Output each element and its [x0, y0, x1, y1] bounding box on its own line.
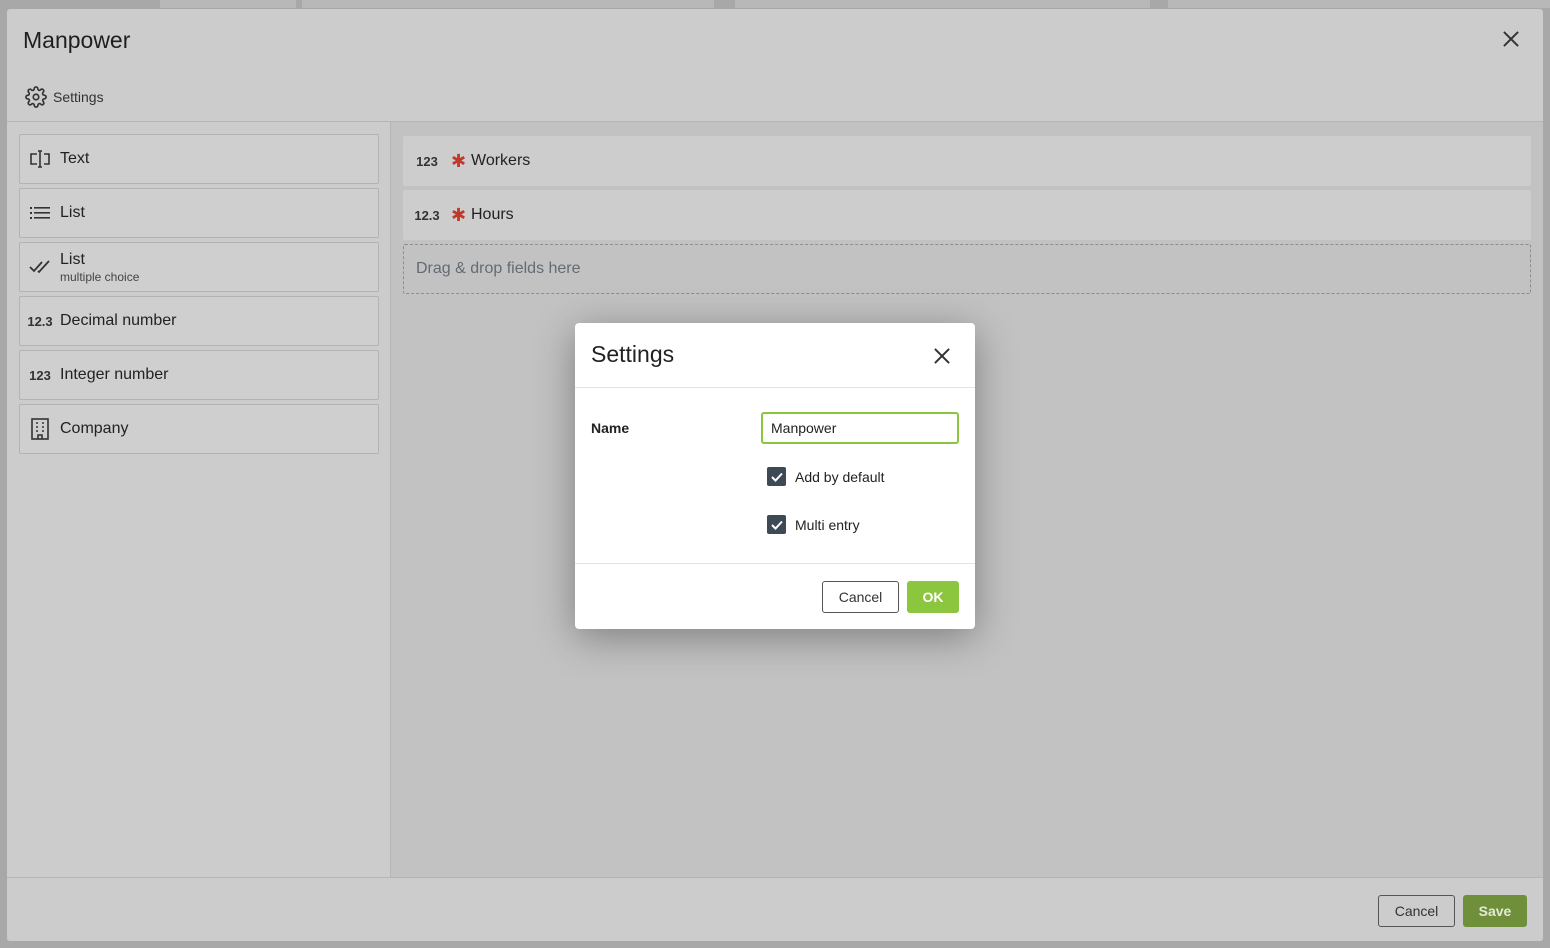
background-strip — [160, 0, 296, 8]
integer-number-icon: 123 — [29, 367, 51, 383]
form-field-label: Workers — [471, 152, 531, 169]
field-palette: Text List List multiple choice 12.3 Deci… — [7, 122, 391, 877]
dialog-body: Name Add by default Multi entry — [575, 388, 975, 564]
save-button[interactable]: Save — [1463, 895, 1527, 927]
palette-item-label: Decimal number — [60, 312, 177, 329]
background-strip — [302, 0, 714, 8]
required-asterisk-icon: ✱ — [451, 204, 467, 225]
double-check-icon — [29, 260, 50, 274]
modal-title: Manpower — [23, 27, 131, 53]
add-by-default-checkbox[interactable]: Add by default — [767, 467, 885, 486]
checkbox-box[interactable] — [767, 467, 786, 486]
palette-item-list[interactable]: List — [19, 188, 379, 238]
multi-entry-label: Multi entry — [795, 516, 860, 533]
background-strip — [1168, 0, 1550, 8]
list-icon — [30, 207, 50, 219]
palette-item-label: List — [60, 250, 85, 268]
required-asterisk-icon: ✱ — [451, 150, 467, 171]
modal-header: Manpower — [7, 9, 1543, 73]
modal-footer: Cancel Save — [7, 877, 1543, 941]
palette-item-label: Company — [60, 420, 129, 437]
dialog-header: Settings — [575, 323, 975, 388]
drop-zone[interactable]: Drag & drop fields here — [403, 244, 1531, 294]
modal-tabs: Settings — [7, 73, 1543, 122]
gear-icon — [25, 86, 47, 108]
form-field-hours[interactable]: 12.3 ✱ Hours — [403, 190, 1531, 240]
add-by-default-label: Add by default — [795, 468, 885, 485]
settings-dialog: Settings Name Add by default Multi entry… — [575, 323, 975, 629]
name-input[interactable] — [761, 412, 959, 444]
decimal-number-icon: 12.3 — [414, 207, 440, 223]
dialog-title: Settings — [591, 341, 675, 367]
palette-item-integer[interactable]: 123 Integer number — [19, 350, 379, 400]
palette-item-sublabel: multiple choice — [60, 269, 140, 284]
close-icon[interactable] — [1501, 29, 1521, 49]
palette-item-label: Text — [60, 150, 90, 167]
palette-item-decimal[interactable]: 12.3 Decimal number — [19, 296, 379, 346]
checkmark-icon — [770, 520, 783, 530]
building-icon — [31, 418, 49, 440]
palette-item-company[interactable]: Company — [19, 404, 379, 454]
form-field-label: Hours — [471, 206, 514, 223]
palette-item-label: Integer number — [60, 366, 169, 383]
dialog-ok-button[interactable]: OK — [907, 581, 959, 613]
form-field-workers[interactable]: 123 ✱ Workers — [403, 136, 1531, 186]
close-icon[interactable] — [933, 347, 951, 365]
checkmark-icon — [770, 472, 783, 482]
decimal-number-icon: 12.3 — [27, 313, 53, 329]
tab-settings-label: Settings — [53, 89, 104, 105]
integer-number-icon: 123 — [416, 153, 438, 169]
palette-item-list-multiple[interactable]: List multiple choice — [19, 242, 379, 292]
dialog-footer: Cancel OK — [575, 564, 975, 628]
palette-item-text[interactable]: Text — [19, 134, 379, 184]
multi-entry-checkbox[interactable]: Multi entry — [767, 515, 860, 534]
cancel-button[interactable]: Cancel — [1378, 895, 1455, 927]
background-strip — [735, 0, 1150, 8]
checkbox-box[interactable] — [767, 515, 786, 534]
text-field-icon — [30, 150, 50, 168]
tab-settings[interactable]: Settings — [25, 86, 104, 108]
palette-item-label: List — [60, 204, 85, 221]
dialog-cancel-button[interactable]: Cancel — [822, 581, 899, 613]
name-label: Name — [591, 420, 630, 436]
